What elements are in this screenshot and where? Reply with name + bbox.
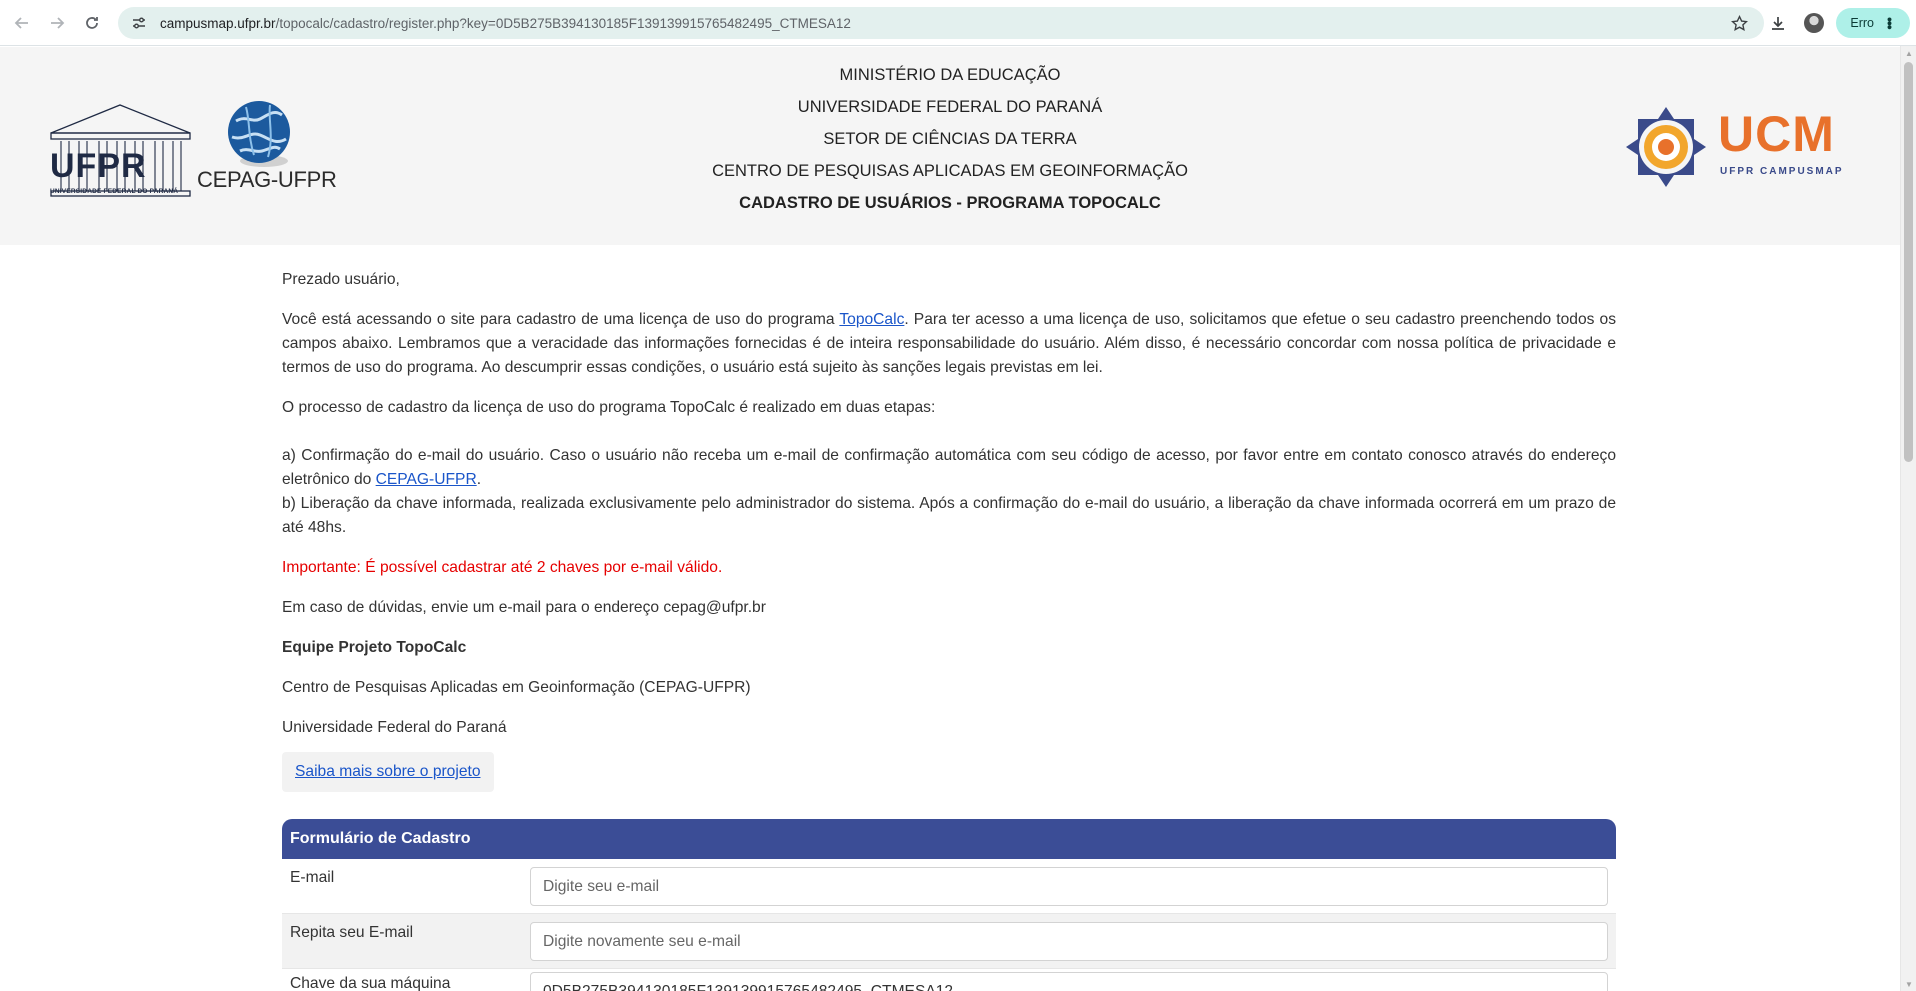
- bookmark-star-icon[interactable]: [1728, 12, 1750, 34]
- download-icon[interactable]: [1764, 9, 1792, 37]
- machine-key-label: Chave da sua máquina: [290, 975, 451, 991]
- back-arrow-icon[interactable]: [9, 10, 35, 36]
- step-b-text: b) Liberação da chave informada, realiza…: [282, 495, 1616, 536]
- scroll-up-arrow-icon[interactable]: ▲: [1901, 46, 1916, 60]
- profile-error-button[interactable]: Erro •••: [1836, 8, 1910, 38]
- machine-key-field-wrapper: [530, 972, 1608, 991]
- email-confirm-field[interactable]: [531, 923, 1607, 960]
- scroll-thumb[interactable]: [1904, 62, 1913, 462]
- university-name: Universidade Federal do Paraná: [282, 719, 507, 736]
- header-center: CENTRO DE PESQUISAS APLICADAS EM GEOINFO…: [712, 162, 1188, 180]
- center-name: Centro de Pesquisas Aplicadas em Geoinfo…: [282, 679, 751, 696]
- scroll-down-arrow-icon[interactable]: ▼: [1901, 977, 1916, 991]
- main-content: Prezado usuário, Você está acessando o s…: [282, 268, 1616, 792]
- email-confirm-field-wrapper: [530, 922, 1608, 961]
- header-title-block: MINISTÉRIO DA EDUCAÇÃO UNIVERSIDADE FEDE…: [0, 59, 1900, 219]
- registration-form: Formulário de Cadastro E-mail Repita seu…: [282, 819, 1616, 991]
- browser-toolbar: campusmap.ufpr.br/topocalc/cadastro/regi…: [0, 0, 1916, 46]
- learn-more-link[interactable]: Saiba mais sobre o projeto: [295, 763, 481, 780]
- step-a-text: a) Confirmação do e-mail do usuário. Cas…: [282, 444, 1616, 492]
- profile-error-label: Erro: [1850, 16, 1874, 30]
- form-title: Formulário de Cadastro: [282, 819, 1616, 859]
- profile-avatar-icon[interactable]: [1800, 9, 1828, 37]
- team-name: Equipe Projeto TopoCalc: [282, 639, 467, 656]
- email-field-wrapper: [530, 867, 1608, 906]
- site-info-icon[interactable]: [124, 8, 154, 38]
- url-host: campusmap.ufpr.br: [160, 15, 276, 31]
- ucm-logo-subtitle: UFPR CAMPUSMAP: [1720, 166, 1844, 177]
- page-header: UFPR UNIVERSIDADE FEDERAL DO PARANÁ CEPA…: [0, 47, 1900, 245]
- email-confirm-label: Repita seu E-mail: [290, 924, 414, 941]
- contact-text: Em caso de dúvidas, envie um e-mail para…: [282, 599, 766, 616]
- forward-arrow-icon[interactable]: [44, 10, 70, 36]
- important-notice: Importante: É possível cadastrar até 2 c…: [282, 559, 723, 576]
- topocalc-link[interactable]: TopoCalc: [839, 311, 904, 328]
- email-label: E-mail: [290, 869, 335, 886]
- header-university: UNIVERSIDADE FEDERAL DO PARANÁ: [797, 98, 1103, 116]
- machine-key-field[interactable]: [531, 973, 1607, 991]
- step-a-text-start: a) Confirmação do e-mail do usuário. Cas…: [282, 447, 1616, 488]
- page-scrollbar[interactable]: ▲ ▼: [1900, 46, 1916, 991]
- reload-icon[interactable]: [79, 10, 105, 36]
- ucm-target-logo: [1626, 107, 1706, 187]
- url-path: /topocalc/cadastro/register.php?key=0D5B…: [275, 15, 851, 31]
- email-row: E-mail: [282, 859, 1616, 914]
- intro-text-start: Você está acessando o site para cadastro…: [282, 311, 840, 328]
- greeting-text: Prezado usuário,: [282, 271, 400, 288]
- email-field[interactable]: [531, 868, 1607, 905]
- address-bar[interactable]: campusmap.ufpr.br/topocalc/cadastro/regi…: [118, 7, 1764, 39]
- ucm-logo-text: UCM: [1718, 106, 1835, 162]
- more-menu-icon[interactable]: •••: [1882, 17, 1898, 29]
- cepag-ufpr-link[interactable]: CEPAG-UFPR: [376, 471, 477, 488]
- learn-more-box: Saiba mais sobre o projeto: [282, 752, 494, 792]
- url-text[interactable]: campusmap.ufpr.br/topocalc/cadastro/regi…: [160, 16, 851, 31]
- email-confirm-row: Repita seu E-mail: [282, 914, 1616, 969]
- step-a-text-end: .: [476, 471, 482, 488]
- process-intro-text: O processo de cadastro da licença de uso…: [282, 399, 936, 416]
- header-ministry: MINISTÉRIO DA EDUCAÇÃO: [839, 66, 1061, 84]
- intro-paragraph: Você está acessando o site para cadastro…: [282, 308, 1616, 380]
- header-sector: SETOR DE CIÊNCIAS DA TERRA: [823, 130, 1077, 148]
- page-title: CADASTRO DE USUÁRIOS - PROGRAMA TOPOCALC: [739, 194, 1161, 212]
- machine-key-row: Chave da sua máquina: [282, 969, 1616, 991]
